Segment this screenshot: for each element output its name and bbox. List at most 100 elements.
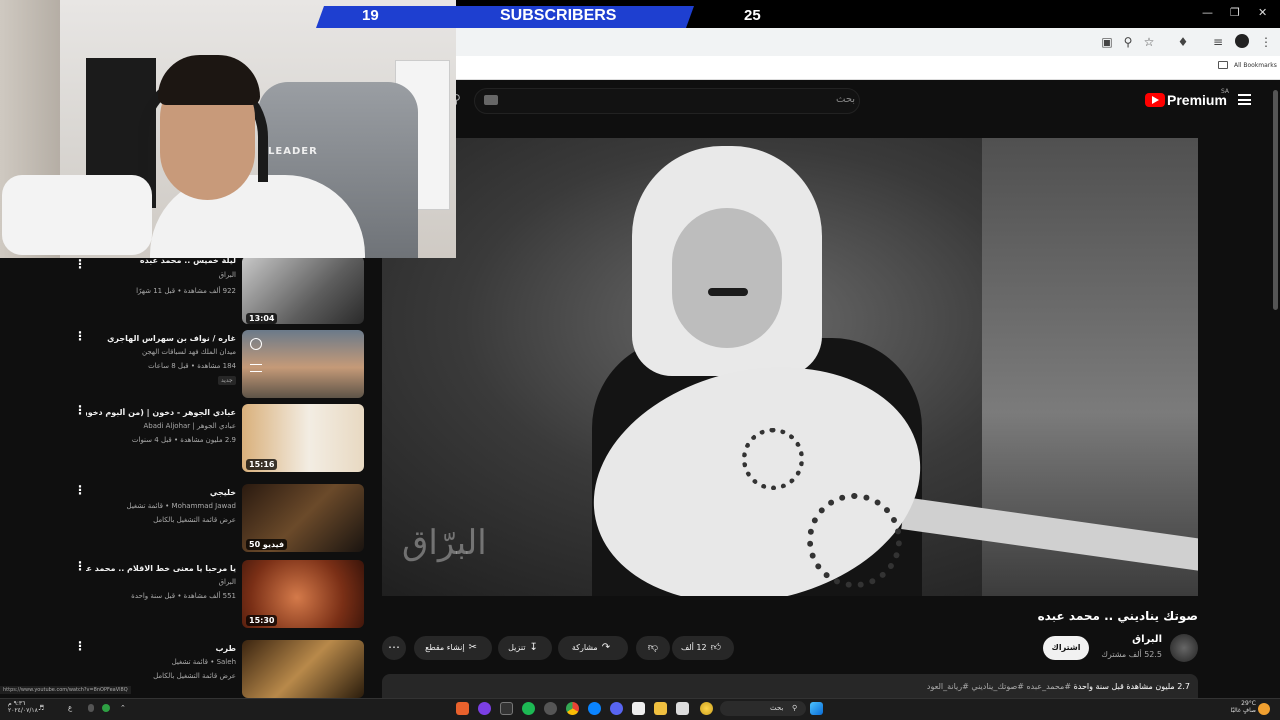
clip-button[interactable]: ✂إنشاء مقطع: [414, 636, 492, 660]
restore-icon[interactable]: ❐: [1230, 6, 1240, 19]
thumbs-up-icon: 👍︎: [710, 642, 722, 653]
spotify-icon[interactable]: [522, 702, 535, 715]
region-code: SA: [1221, 88, 1230, 95]
youtube-premium-text[interactable]: Premium: [1167, 92, 1227, 108]
download-button[interactable]: ↧تنزيل: [498, 636, 552, 660]
cast-icon[interactable]: ▣: [1100, 35, 1114, 49]
list-item[interactable]: غاره / نواف بن سهراس الهاجري ميدان الملك…: [0, 330, 366, 402]
video-duration: 13:04: [246, 313, 278, 324]
clock[interactable]: ٩:٣٦ م ٢٠٢٤/٠٧/١٨: [8, 700, 38, 714]
share-button[interactable]: ↷مشاركة: [558, 636, 628, 660]
subscribe-button[interactable]: اشتراك: [1043, 636, 1089, 660]
scrollbar-thumb[interactable]: [1273, 90, 1278, 310]
search-input[interactable]: [474, 88, 860, 114]
share-icon: ↷: [601, 642, 611, 653]
profile-icon[interactable]: [1235, 34, 1249, 48]
app-icon-2[interactable]: [478, 702, 491, 715]
status-url: https://www.youtube.com/watch?v=8nOPFeaV…: [0, 686, 131, 694]
channel-name[interactable]: البراق: [1080, 634, 1162, 645]
like-button[interactable]: 👍︎12 ألف: [672, 636, 734, 660]
obs-icon[interactable]: [544, 702, 557, 715]
taskbar-search-icon[interactable]: ⚲: [792, 704, 797, 712]
volume-icon[interactable]: ♬: [38, 704, 44, 712]
video-title: صوتك يناديني .. محمد عبده: [1037, 609, 1198, 623]
playlist-owner[interactable]: Saleh • قائمة تشغيل: [86, 658, 236, 666]
app-icon-1[interactable]: [456, 702, 469, 715]
playlist-count: 50 فيديو: [246, 539, 288, 550]
channel-avatar[interactable]: [1170, 634, 1198, 662]
video-meta: 184 مشاهدة • قبل 8 ساعات: [148, 362, 236, 370]
playlist-owner[interactable]: Mohammad Jawad • قائمة تشغيل: [86, 502, 236, 510]
more-vert-icon[interactable]: ⋮: [74, 560, 86, 572]
more-icon[interactable]: ⋮: [1259, 35, 1273, 49]
list-item[interactable]: 15:16 عبادي الجوهر - دخون | (من ألبوم دخ…: [0, 404, 366, 476]
more-actions-button[interactable]: ⋯: [382, 636, 406, 660]
playlist-title[interactable]: طرب: [86, 644, 236, 653]
thumbs-down-icon: 👎︎: [647, 642, 659, 653]
minimize-icon[interactable]: —: [1202, 6, 1213, 19]
playlist-thumbnail[interactable]: [242, 640, 364, 698]
view-full-playlist[interactable]: عرض قائمة التشغيل بالكامل: [86, 516, 236, 524]
chrome-icon[interactable]: [566, 702, 579, 715]
keyboard-icon[interactable]: [484, 95, 498, 105]
more-vert-icon[interactable]: ⋮: [74, 330, 86, 342]
new-badge: جديد: [218, 376, 236, 385]
view-full-playlist[interactable]: عرض قائمة التشغيل بالكامل: [86, 672, 236, 680]
download-icon: ↧: [529, 642, 538, 653]
discord-icon[interactable]: [610, 702, 623, 715]
channel-name[interactable]: البراق: [86, 578, 236, 586]
dislike-button[interactable]: 👎︎: [636, 636, 670, 660]
youtube-play-icon: [1152, 96, 1159, 104]
video-title[interactable]: غاره / نواف بن سهراس الهاجري: [86, 334, 236, 343]
video-oud-rosette-large: [807, 493, 902, 588]
channel-name[interactable]: عبادي الجوهر | Abadi Aljohar: [86, 422, 236, 430]
widgets-icon[interactable]: [700, 702, 713, 715]
more-vert-icon[interactable]: ⋮: [74, 484, 86, 496]
video-meta: 2.9 مليون مشاهدة • قبل 4 سنوات: [131, 436, 236, 444]
zoom-icon[interactable]: ⚲: [1121, 35, 1135, 49]
channel-subscribers: 52.5 ألف مشترك: [1101, 650, 1162, 659]
subscriber-count-right: 25: [744, 7, 761, 24]
file-explorer-icon[interactable]: [654, 702, 667, 715]
language-indicator[interactable]: ع: [68, 704, 72, 712]
store-icon[interactable]: [632, 702, 645, 715]
edge-icon[interactable]: [588, 702, 601, 715]
playlist-icon[interactable]: ≡: [1211, 35, 1225, 49]
clip-label: إنشاء مقطع: [425, 643, 465, 652]
video-player[interactable]: البرّاق: [382, 138, 1198, 596]
star-icon[interactable]: ☆: [1142, 35, 1156, 49]
hashtags[interactable]: #محمد_عبده #صوتك_يناديني #ريانة_العود: [927, 682, 1071, 691]
more-vert-icon[interactable]: ⋮: [74, 404, 86, 416]
list-item[interactable]: 13:04 ليلة خميس .. محمد عبده البراق 922 …: [0, 256, 366, 330]
subscriber-count-left: 19: [362, 7, 379, 24]
video-title[interactable]: عبادي الجوهر - دخون | (من ألبوم دخون): [86, 408, 236, 417]
search-placeholder: بحث: [836, 94, 856, 105]
channel-name[interactable]: ميدان الملك فهد لسباقات الهجن: [86, 348, 236, 356]
webcam-chair-text: LEADER: [268, 146, 318, 157]
watch-later-icon[interactable]: [250, 338, 262, 350]
playlist-title[interactable]: خليجي: [86, 488, 236, 497]
weather-widget[interactable]: 29°C صافٍ غالبًا: [1220, 700, 1256, 714]
show-hidden-icons-icon[interactable]: ⌃: [120, 704, 126, 712]
app-icon-3[interactable]: [500, 702, 513, 715]
browser-address-bar[interactable]: [456, 28, 1280, 56]
description-text: 2.7 مليون مشاهدة قبل سنة واحدة #محمد_عبد…: [390, 682, 1190, 691]
list-item[interactable]: 50 فيديو خليجي Mohammad Jawad • قائمة تش…: [0, 484, 366, 556]
app-icon-4[interactable]: [676, 702, 689, 715]
video-title[interactable]: يا مرحبا يا معنى خط الاقلام .. محمد عبده: [86, 564, 236, 573]
list-item[interactable]: 15:30 يا مرحبا يا معنى خط الاقلام .. محم…: [0, 560, 366, 632]
add-to-queue-icon[interactable]: [250, 364, 262, 372]
folder-icon: [1218, 61, 1228, 69]
more-vert-icon[interactable]: ⋮: [74, 258, 86, 270]
menu-icon[interactable]: [1238, 94, 1251, 105]
app-status-icon[interactable]: [102, 704, 110, 712]
channel-name[interactable]: البراق: [86, 271, 236, 279]
more-vert-icon[interactable]: ⋮: [74, 640, 86, 652]
video-oud-rosette-small: [742, 428, 804, 490]
close-icon[interactable]: ✕: [1258, 6, 1267, 19]
start-icon[interactable]: [810, 702, 823, 715]
scissors-icon: ✂: [468, 642, 477, 653]
battery-icon[interactable]: [88, 704, 94, 712]
extensions-icon[interactable]: ♦: [1176, 35, 1190, 49]
all-bookmarks-link[interactable]: All Bookmarks: [1234, 62, 1277, 69]
